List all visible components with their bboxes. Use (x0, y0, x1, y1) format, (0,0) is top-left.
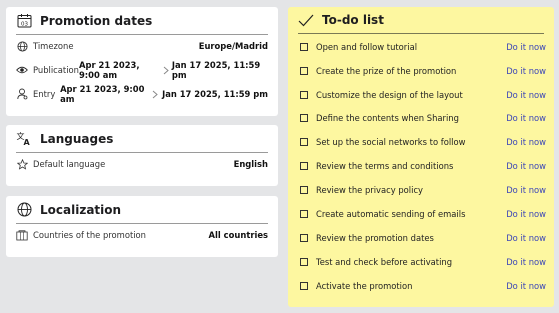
do-it-now-link[interactable]: Do it now (506, 113, 546, 123)
do-it-now-link[interactable]: Do it now (506, 185, 546, 195)
todo-item: Review the promotion dates Do it now (300, 231, 546, 245)
default-language-label: Default language (33, 159, 106, 169)
todo-item-label: Review the privacy policy (316, 185, 424, 195)
todo-checkbox[interactable] (300, 258, 308, 266)
publication-from: Apr 21 2023, 9:00 am (78, 60, 140, 80)
user-icon (16, 88, 28, 100)
chevron-right-icon (163, 66, 170, 75)
todo-checkbox[interactable] (300, 186, 308, 194)
todo-item: Test and check before activating Do it n… (300, 255, 546, 269)
todo-checkbox[interactable] (300, 282, 308, 290)
publication-to: Jan 17 2025, 11:59 pm (171, 60, 261, 80)
todo-title: To-do list (322, 13, 384, 27)
todo-item: Create the prize of the promotion Do it … (300, 64, 546, 78)
do-it-now-link[interactable]: Do it now (506, 42, 546, 52)
todo-checkbox[interactable] (300, 91, 308, 99)
todo-card: To-do list Open and follow tutorial Do i… (288, 7, 554, 307)
promotion-dates-title: Promotion dates (40, 13, 153, 28)
todo-item-label: Activate the promotion (316, 281, 413, 291)
do-it-now-link[interactable]: Do it now (506, 66, 546, 76)
svg-text:03: 03 (21, 21, 28, 27)
languages-title: Languages (40, 131, 114, 146)
star-icon (16, 158, 28, 170)
entry-to: Jan 17 2025, 11:59 pm (162, 89, 268, 99)
timezone-row: Timezone Europe/Madrid (16, 39, 268, 53)
todo-checkbox[interactable] (300, 138, 308, 146)
todo-item-label: Set up the social networks to follow (316, 137, 466, 147)
globe-icon (16, 40, 28, 52)
todo-checkbox[interactable] (300, 234, 308, 242)
todo-item-label: Test and check before activating (316, 257, 453, 267)
todo-item: Define the contents when Sharing Do it n… (300, 111, 546, 125)
do-it-now-link[interactable]: Do it now (506, 209, 546, 219)
todo-item: Set up the social networks to follow Do … (300, 135, 546, 149)
do-it-now-link[interactable]: Do it now (506, 161, 546, 171)
todo-checkbox[interactable] (300, 67, 308, 75)
todo-item-label: Create the prize of the promotion (316, 66, 457, 76)
do-it-now-link[interactable]: Do it now (506, 90, 546, 100)
todo-checkbox[interactable] (300, 210, 308, 218)
do-it-now-link[interactable]: Do it now (506, 257, 546, 267)
entry-from: Apr 21 2023, 9:00 am (60, 84, 145, 104)
countries-label: Countries of the promotion (33, 230, 146, 240)
localization-title: Localization (40, 202, 122, 217)
publication-label: Publication (33, 65, 79, 75)
todo-checkbox[interactable] (300, 162, 308, 170)
chevron-right-icon (152, 90, 160, 99)
todo-item: Review the terms and conditions Do it no… (300, 159, 546, 173)
todo-header: To-do list (298, 7, 544, 34)
globe-icon (16, 202, 32, 218)
svg-text:A: A (24, 138, 31, 146)
do-it-now-link[interactable]: Do it now (506, 233, 546, 243)
calendar-icon: 03 (16, 13, 32, 29)
entry-dates: Apr 21 2023, 9:00 am Jan 17 2025, 11:59 … (60, 84, 268, 104)
todo-item-label: Open and follow tutorial (316, 42, 418, 52)
entry-row: Entry Apr 21 2023, 9:00 am Jan 17 2025, … (16, 84, 268, 104)
todo-item: Customize the design of the layout Do it… (300, 88, 546, 102)
eye-icon (16, 64, 28, 76)
checkmark-icon (298, 12, 314, 28)
countries-row: Countries of the promotion All countries (16, 228, 268, 242)
todo-checkbox[interactable] (300, 43, 308, 51)
do-it-now-link[interactable]: Do it now (506, 281, 546, 291)
languages-header: 文 A Languages (16, 125, 268, 153)
default-language-value: English (233, 159, 268, 169)
todo-item: Activate the promotion Do it now (300, 279, 546, 293)
todo-item: Open and follow tutorial Do it now (300, 40, 546, 54)
promotion-dates-header: 03 Promotion dates (16, 7, 268, 35)
todo-item-label: Customize the design of the layout (316, 90, 463, 100)
translate-icon: 文 A (16, 131, 32, 147)
localization-card: Localization Countries of the promotion … (6, 196, 278, 257)
map-icon (16, 229, 28, 241)
promotion-dates-card: 03 Promotion dates Timezone Europe/Madri… (6, 7, 278, 116)
todo-item-label: Define the contents when Sharing (316, 113, 459, 123)
todo-item-label: Review the terms and conditions (316, 161, 454, 171)
publication-dates: Apr 21 2023, 9:00 am Jan 17 2025, 11:59 … (79, 60, 268, 80)
todo-item: Create automatic sending of emails Do it… (300, 207, 546, 221)
localization-header: Localization (16, 196, 268, 224)
timezone-value: Europe/Madrid (198, 41, 268, 51)
publication-row: Publication Apr 21 2023, 9:00 am Jan 17 … (16, 60, 268, 80)
countries-value: All countries (208, 230, 268, 240)
timezone-label: Timezone (33, 41, 74, 51)
languages-card: 文 A Languages Default language English (6, 125, 278, 186)
todo-item-label: Review the promotion dates (316, 233, 434, 243)
do-it-now-link[interactable]: Do it now (506, 137, 546, 147)
default-language-row: Default language English (16, 157, 268, 171)
todo-checkbox[interactable] (300, 114, 308, 122)
todo-item: Review the privacy policy Do it now (300, 183, 546, 197)
todo-item-label: Create automatic sending of emails (316, 209, 466, 219)
entry-label: Entry (33, 89, 56, 99)
